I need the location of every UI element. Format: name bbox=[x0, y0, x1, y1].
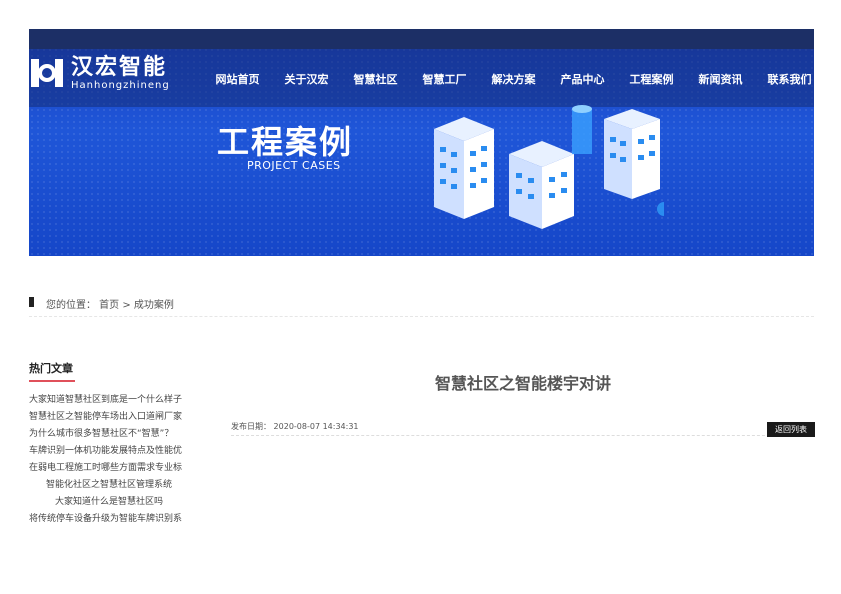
logo[interactable]: 汉宏智能 Hanhongzhineng bbox=[29, 54, 170, 91]
list-item[interactable]: 大家知道智慧社区到底是一个什么样子 bbox=[29, 392, 189, 409]
publish-date: 2020-08-07 14:34:31 bbox=[273, 422, 359, 431]
nav-item-home[interactable]: 网站首页 bbox=[203, 71, 272, 87]
isometric-buildings-illustration bbox=[434, 105, 664, 229]
list-item[interactable]: 在弱电工程施工时哪些方面需求专业标 bbox=[29, 460, 189, 477]
list-item[interactable]: 智慧社区之智能停车场出入口道闸厂家 bbox=[29, 409, 189, 426]
logo-mark-icon bbox=[29, 55, 65, 91]
list-item[interactable]: 大家知道什么是智慧社区吗 bbox=[29, 494, 189, 511]
logo-text: 汉宏智能 Hanhongzhineng bbox=[71, 54, 170, 91]
hot-articles-list: 大家知道智慧社区到底是一个什么样子 智慧社区之智能停车场出入口道闸厂家 为什么城… bbox=[29, 392, 189, 528]
nav-item-contact[interactable]: 联系我们 bbox=[755, 71, 814, 87]
list-item[interactable]: 智能化社区之智慧社区管理系统 bbox=[29, 477, 189, 494]
list-item[interactable]: 将传统停车设备升级为智能车牌识别系 bbox=[29, 511, 189, 528]
breadcrumb-text[interactable]: 您的位置： 首页 > 成功案例 bbox=[46, 296, 174, 311]
breadcrumb-marker-icon bbox=[29, 297, 34, 307]
banner-title: 工程案例 bbox=[217, 123, 354, 161]
nav-item-about[interactable]: 关于汉宏 bbox=[272, 71, 341, 87]
article-meta: 发布日期： 2020-08-07 14:34:31 返回列表 bbox=[231, 421, 815, 437]
sidebar: 热门文章 大家知道智慧社区到底是一个什么样子 智慧社区之智能停车场出入口道闸厂家… bbox=[29, 360, 189, 528]
banner-subtitle: PROJECT CASES bbox=[247, 159, 341, 172]
breadcrumb: 您的位置： 首页 > 成功案例 bbox=[29, 296, 814, 317]
list-item[interactable]: 车牌识别一体机功能发展特点及性能优 bbox=[29, 443, 189, 460]
sidebar-title: 热门文章 bbox=[29, 362, 73, 375]
nav-item-products[interactable]: 产品中心 bbox=[548, 71, 617, 87]
nav-item-news[interactable]: 新闻资讯 bbox=[686, 71, 755, 87]
main-nav: 网站首页 关于汉宏 智慧社区 智慧工厂 解决方案 产品中心 工程案例 新闻资讯 … bbox=[203, 71, 814, 87]
banner: 汉宏智能 Hanhongzhineng 网站首页 关于汉宏 智慧社区 智慧工厂 … bbox=[29, 29, 814, 256]
publish-date-label: 发布日期： bbox=[231, 422, 271, 431]
back-to-list-button[interactable]: 返回列表 bbox=[767, 422, 815, 437]
top-strip bbox=[29, 29, 814, 49]
nav-item-solutions[interactable]: 解决方案 bbox=[479, 71, 548, 87]
nav-item-smart-community[interactable]: 智慧社区 bbox=[341, 71, 410, 87]
article-title: 智慧社区之智能楼宇对讲 bbox=[434, 374, 611, 393]
list-item[interactable]: 为什么城市很多智慧社区不“智慧”？ bbox=[29, 426, 189, 443]
nav-item-cases[interactable]: 工程案例 bbox=[617, 71, 686, 87]
nav-item-smart-factory[interactable]: 智慧工厂 bbox=[410, 71, 479, 87]
sidebar-title-underline bbox=[29, 380, 75, 382]
logo-en: Hanhongzhineng bbox=[71, 79, 170, 91]
logo-cn: 汉宏智能 bbox=[71, 54, 168, 80]
